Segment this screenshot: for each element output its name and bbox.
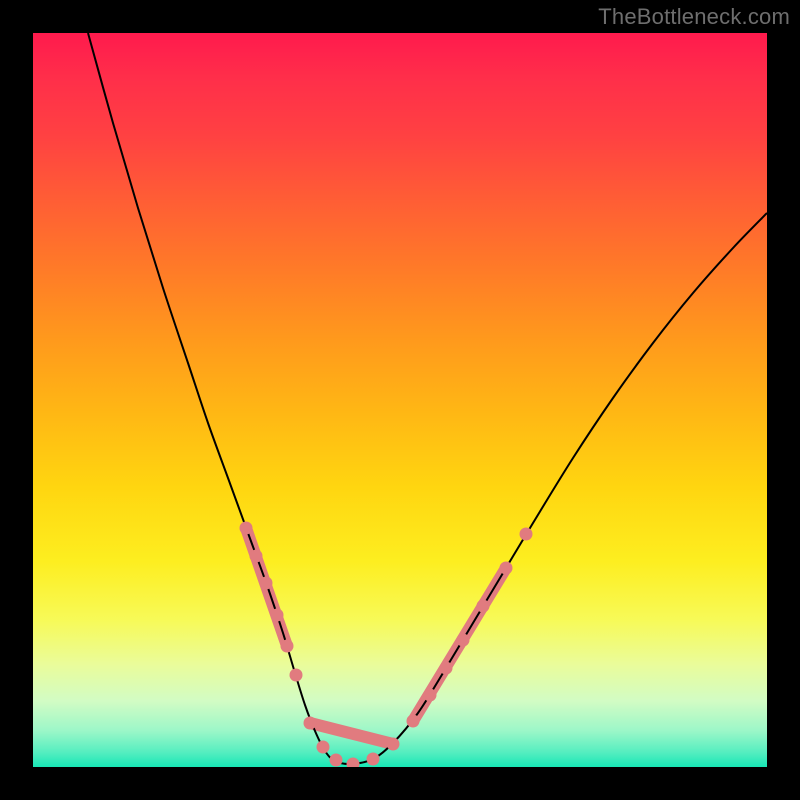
marker-dot — [367, 753, 380, 766]
marker-dot — [317, 741, 330, 754]
marker-dot — [457, 634, 470, 647]
marker-dot — [347, 758, 360, 768]
watermark-text: TheBottleneck.com — [598, 4, 790, 30]
bottleneck-curve — [88, 33, 767, 764]
marker-dot — [290, 669, 303, 682]
marker-dot — [271, 609, 284, 622]
plot-area — [33, 33, 767, 767]
marker-dot — [250, 550, 263, 563]
marker-dots — [240, 522, 533, 768]
marker-dot — [440, 662, 453, 675]
marker-dot — [407, 715, 420, 728]
marker-dot — [281, 640, 294, 653]
marker-dot — [260, 577, 273, 590]
chart-frame: TheBottleneck.com — [0, 0, 800, 800]
marker-dot — [500, 562, 513, 575]
curve-layer — [33, 33, 767, 767]
marker-dot — [424, 689, 437, 702]
marker-dot — [330, 754, 343, 767]
marker-dot — [387, 738, 400, 751]
marker-dot — [477, 600, 490, 613]
marker-dot — [304, 717, 317, 730]
marker-dot — [240, 522, 253, 535]
marker-dot — [520, 528, 533, 541]
